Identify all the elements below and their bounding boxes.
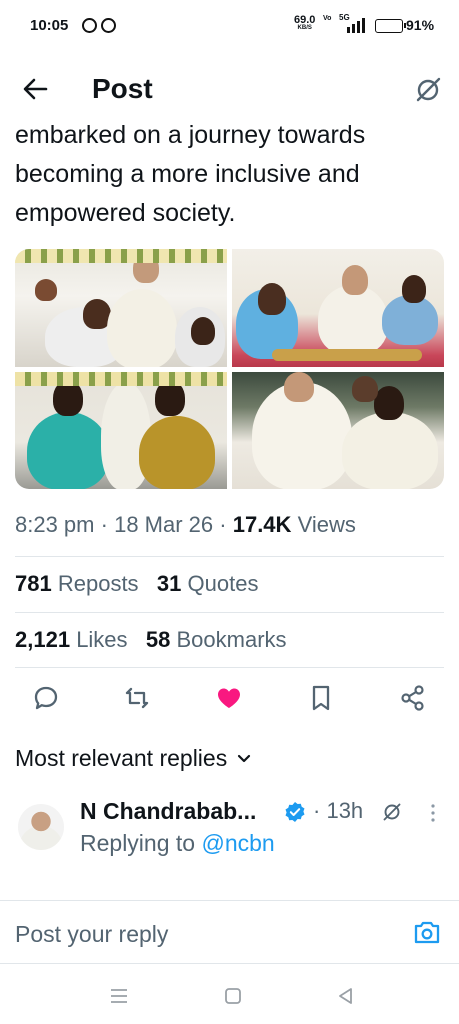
bookmark-icon: [312, 685, 330, 711]
bookmarks-count: 58: [145, 627, 171, 652]
battery-icon: [375, 19, 406, 33]
like-button[interactable]: [214, 683, 244, 713]
network-speed-unit: KB/S: [297, 25, 312, 31]
back-nav-button[interactable]: [335, 985, 357, 1007]
bookmarks-label: Bookmarks: [176, 627, 287, 652]
home-square-icon: [225, 988, 241, 1004]
camera-icon: [414, 921, 440, 944]
top-app-bar: Post: [0, 52, 459, 122]
grok-icon: [416, 77, 441, 102]
bookmark-button[interactable]: [306, 683, 336, 713]
post-metadata: 8:23 pm · 18 Mar 26 · 17.4K Views: [15, 512, 356, 537]
post-media-grid[interactable]: [15, 249, 444, 489]
post-action-bar: [0, 683, 459, 713]
post-photo[interactable]: [15, 249, 227, 367]
camera-button[interactable]: [412, 919, 442, 947]
status-bar: 10:05 69.0 KB/S Vo 5G 91%: [0, 0, 459, 52]
reposts-link[interactable]: 781 Reposts: [15, 571, 139, 596]
chevron-down-icon: [238, 754, 251, 762]
whatsapp-icon: [82, 18, 97, 33]
views-count: 17.4K: [232, 512, 292, 537]
post-photo[interactable]: [232, 249, 444, 367]
avatar[interactable]: [18, 804, 64, 850]
quotes-label: Quotes: [187, 571, 259, 596]
divider: [15, 612, 444, 613]
status-time: 10:05: [30, 17, 69, 34]
signal-icon: [347, 17, 369, 33]
replies-sort-dropdown[interactable]: Most relevant replies: [15, 745, 251, 772]
reply-icon: [34, 686, 58, 710]
reply-time-value: 13h: [326, 798, 364, 823]
reposts-label: Reposts: [57, 571, 139, 596]
share-icon: [401, 685, 424, 711]
like-stats: 2,121 Likes 58 Bookmarks: [15, 627, 287, 653]
reply-item[interactable]: N Chandrabab... · 13h Replying to @ncbn: [0, 790, 459, 900]
likes-label: Likes: [76, 627, 128, 652]
replies-sort-label: Most relevant replies: [15, 745, 228, 771]
reposts-count: 781: [15, 571, 52, 596]
post-date: 18 Mar 26: [114, 512, 214, 537]
back-button[interactable]: [18, 74, 52, 104]
replying-to-label: Replying to: [80, 830, 196, 856]
replying-to: Replying to @ncbn: [80, 830, 275, 857]
system-navigation-bar: [0, 964, 459, 1024]
post-photo[interactable]: [232, 372, 444, 489]
bookmarks-link[interactable]: 58 Bookmarks: [146, 627, 287, 652]
repost-icon: [125, 687, 149, 709]
home-button[interactable]: [222, 985, 244, 1007]
divider: [15, 556, 444, 557]
grok-button[interactable]: [413, 75, 443, 105]
reply-button[interactable]: [31, 683, 61, 713]
post-text: embarked on a journey towards becoming a…: [15, 121, 366, 227]
views-label: Views: [297, 512, 356, 537]
likes-count: 2,121: [15, 627, 71, 652]
battery-percentage: 91%: [406, 17, 435, 33]
volte-indicator: Vo: [323, 15, 332, 22]
like-icon: [218, 688, 240, 708]
arrow-left-icon: [23, 78, 48, 100]
divider: [15, 667, 444, 668]
post-time: 8:23 pm: [15, 512, 95, 537]
grok-icon[interactable]: [381, 801, 403, 823]
whatsapp-icon: [101, 18, 116, 33]
reply-author-name[interactable]: N Chandrabab...: [80, 798, 256, 825]
post-photo[interactable]: [15, 372, 227, 489]
likes-link[interactable]: 2,121 Likes: [15, 627, 128, 652]
repost-button[interactable]: [122, 683, 152, 713]
replying-to-handle[interactable]: @ncbn: [201, 830, 274, 856]
page-title: Post: [92, 73, 153, 104]
network-speed: 69.0 KB/S: [294, 15, 315, 32]
quotes-link[interactable]: 31 Quotes: [157, 571, 259, 596]
back-triangle-icon: [339, 988, 352, 1004]
reply-composer: [0, 900, 459, 964]
menu-icon: [111, 989, 127, 1003]
reply-time: · 13h: [313, 798, 364, 823]
reply-input[interactable]: [15, 921, 375, 948]
more-options-icon[interactable]: [425, 802, 441, 824]
repost-stats: 781 Reposts 31 Quotes: [15, 571, 258, 597]
verified-badge-icon: [285, 802, 305, 822]
quotes-count: 31: [156, 571, 182, 596]
share-button[interactable]: [398, 683, 428, 713]
recent-apps-button[interactable]: [108, 985, 130, 1007]
